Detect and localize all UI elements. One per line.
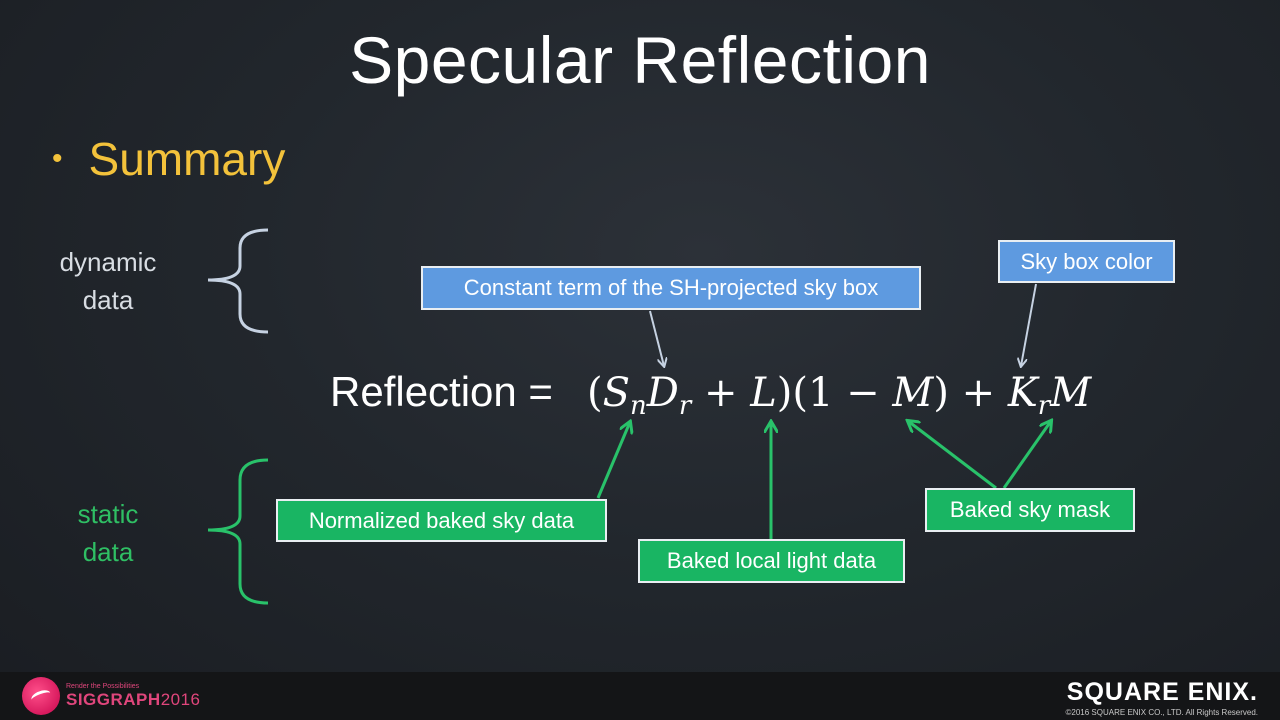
square-enix-logo: SQUARE ENIX. ©2016 SQUARE ENIX CO., LTD.…	[1066, 678, 1258, 717]
copyright-text: ©2016 SQUARE ENIX CO., LTD. All Rights R…	[1065, 708, 1258, 717]
arrow-sh-constant	[649, 310, 664, 366]
siggraph-logo: Render the Possibilities SIGGRAPH2016	[22, 677, 201, 715]
eq-subscript-r-2: r	[1037, 391, 1051, 421]
eq-symbol-k: K	[1007, 370, 1038, 416]
eq-mask-term: )(1 −	[776, 370, 893, 416]
callout-sky-mask: Baked sky mask	[925, 488, 1135, 532]
equation-lhs: Reflection =	[330, 368, 553, 415]
siggraph-wordmark: SIGGRAPH2016	[66, 690, 201, 710]
arrow-normalized-sky	[596, 422, 630, 499]
eq-subscript-n: n	[629, 391, 647, 421]
eq-symbol-m-2: M	[1050, 370, 1092, 416]
arrow-sky-box-color	[1021, 283, 1037, 366]
square-enix-wordmark: SQUARE ENIX.	[1066, 678, 1258, 706]
siggraph-tagline: Render the Possibilities	[66, 682, 140, 690]
siggraph-year: 2016	[160, 689, 201, 709]
siggraph-name: SIGGRAPH	[66, 689, 161, 709]
callout-sh-constant: Constant term of the SH-projected sky bo…	[421, 266, 921, 310]
arrow-sky-mask-2	[1002, 421, 1051, 489]
eq-plus: +	[691, 370, 751, 416]
callout-sky-box-color: Sky box color	[998, 240, 1175, 283]
eq-symbol-s: S	[602, 370, 630, 416]
callout-normalized-sky: Normalized baked sky data	[276, 499, 607, 542]
eq-subscript-r: r	[678, 391, 692, 421]
siggraph-mark-icon	[22, 677, 60, 715]
eq-symbol-l: L	[750, 370, 777, 416]
callout-local-light: Baked local light data	[638, 539, 905, 583]
equation-rhs: (SnDr + L)(1 − M) + KrM	[587, 370, 1091, 421]
arrow-sky-mask-1	[908, 421, 997, 490]
eq-plus-2: ) +	[933, 370, 1008, 416]
reflection-equation: Reflection = (SnDr + L)(1 − M) + KrM	[330, 368, 1091, 428]
eq-symbol-d: D	[646, 370, 679, 416]
eq-symbol-m: M	[892, 370, 934, 416]
dynamic-brace-icon	[207, 228, 269, 334]
eq-open-paren: (	[586, 370, 603, 416]
diagram-lines	[207, 228, 1280, 605]
static-brace-icon	[207, 458, 269, 605]
